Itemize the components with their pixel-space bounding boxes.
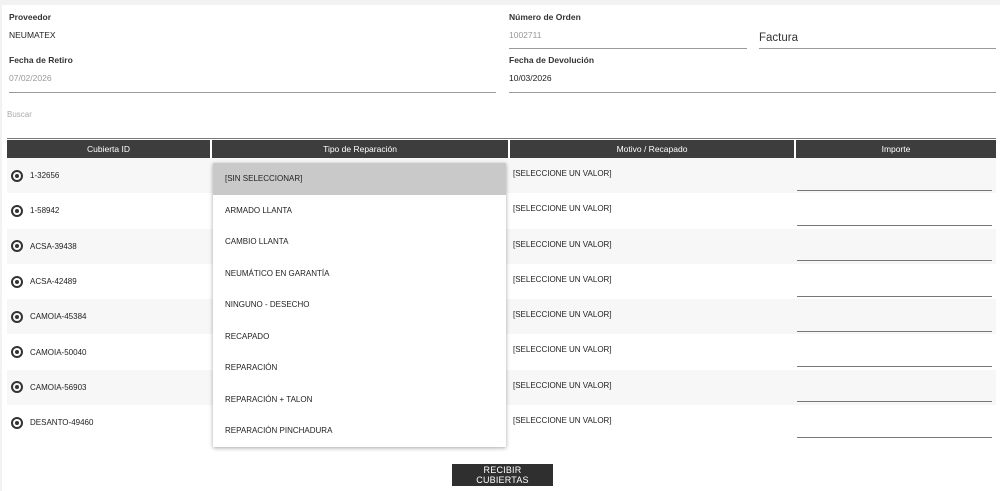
fecha-retiro-underline (9, 92, 496, 93)
cubierta-id-cell: CAMOIA-45384 (7, 299, 211, 335)
dropdown-option-armado-llanta[interactable]: ARMADO LLANTA (213, 195, 506, 227)
importe-input[interactable] (797, 309, 992, 332)
tire-icon (11, 346, 23, 359)
importe-cell (795, 158, 996, 194)
importe-input[interactable] (797, 168, 992, 191)
factura-label: Factura (759, 32, 798, 44)
cubierta-id-cell: 1-32656 (7, 158, 211, 194)
tire-icon (11, 240, 23, 253)
orden-field[interactable]: Número de Orden 1002711 (509, 12, 747, 49)
dropdown-option-ninguno-desecho[interactable]: NINGUNO - DESECHO (213, 289, 506, 321)
fecha-retiro-value[interactable]: 07/02/2026 (9, 73, 496, 83)
importe-input[interactable] (797, 380, 992, 403)
cubierta-id: CAMOIA-56903 (30, 382, 87, 392)
importe-cell (795, 369, 996, 406)
tire-icon (11, 169, 23, 182)
dropdown-option-reparacion-talon[interactable]: REPARACIÓN + TALON (213, 384, 506, 416)
tire-icon (11, 381, 23, 394)
importe-cell (795, 334, 996, 370)
proveedor-label: Proveedor (9, 12, 52, 22)
tire-icon (11, 310, 23, 323)
cubierta-id: 1-58942 (30, 206, 60, 216)
table-header-row: Cubierta ID Tipo de Reparación Motivo / … (7, 140, 996, 158)
cubierta-id: ACSA-42489 (30, 277, 77, 287)
cubierta-id-cell: ACSA-42489 (7, 263, 211, 300)
column-header-tipo-reparacion[interactable]: Tipo de Reparación (211, 140, 510, 158)
fecha-devolucion-value[interactable]: 10/03/2026 (509, 73, 996, 83)
orden-underline (509, 48, 747, 49)
importe-cell (795, 299, 996, 335)
column-header-importe[interactable]: Importe (795, 140, 996, 158)
cubierta-id-cell: ACSA-39438 (7, 228, 211, 264)
motivo-select[interactable]: [SELECCIONE UN VALOR] (509, 369, 795, 406)
importe-input[interactable] (797, 274, 992, 297)
importe-cell (795, 263, 996, 300)
motivo-select[interactable]: [SELECCIONE UN VALOR] (509, 334, 795, 370)
motivo-select[interactable]: [SELECCIONE UN VALOR] (509, 405, 795, 441)
cubierta-id-cell: CAMOIA-56903 (7, 369, 211, 406)
importe-input[interactable] (797, 415, 992, 438)
recibir-cubiertas-button[interactable]: RECIBIR CUBIERTAS (452, 464, 553, 486)
motivo-select[interactable]: [SELECCIONE UN VALOR] (509, 193, 795, 229)
cubierta-id: CAMOIA-50040 (30, 347, 87, 357)
dropdown-option-reparacion[interactable]: REPARACIÓN (213, 352, 506, 384)
fecha-devolucion-label: Fecha de Devolución (509, 55, 595, 65)
column-header-cubierta-id[interactable]: Cubierta ID (7, 140, 212, 158)
fecha-retiro-label: Fecha de Retiro (9, 55, 73, 65)
importe-input[interactable] (797, 239, 992, 262)
cubierta-id-cell: 1-58942 (7, 193, 211, 229)
tire-icon (11, 275, 23, 288)
tipo-reparacion-dropdown: [SIN SELECCIONAR] ARMADO LLANTA CAMBIO L… (213, 163, 506, 447)
motivo-select[interactable]: [SELECCIONE UN VALOR] (509, 228, 795, 264)
factura-field[interactable]: Factura (759, 28, 996, 49)
motivo-select[interactable]: [SELECCIONE UN VALOR] (509, 263, 795, 300)
motivo-select[interactable]: [SELECCIONE UN VALOR] (509, 299, 795, 335)
factura-underline (759, 48, 996, 49)
tire-icon (11, 416, 23, 429)
column-header-motivo[interactable]: Motivo / Recapado (509, 140, 796, 158)
dropdown-option-recapado[interactable]: RECAPADO (213, 321, 506, 353)
importe-input[interactable] (797, 203, 992, 226)
search-input[interactable] (7, 107, 996, 139)
cubierta-id-cell: DESANTO-49460 (7, 405, 211, 441)
importe-cell (795, 193, 996, 229)
dropdown-option-sin-seleccionar[interactable]: [SIN SELECCIONAR] (213, 163, 506, 195)
fecha-devolucion-field[interactable]: Fecha de Devolución 10/03/2026 (509, 55, 996, 93)
cubierta-id: CAMOIA-45384 (30, 312, 87, 322)
proveedor-value: NEUMATEX (9, 30, 56, 40)
fecha-devolucion-underline (509, 92, 996, 93)
importe-cell (795, 405, 996, 441)
proveedor-field: Proveedor NEUMATEX (9, 12, 496, 49)
cubierta-id-cell: CAMOIA-50040 (7, 334, 211, 370)
tire-icon (11, 204, 23, 217)
orden-label: Número de Orden (509, 12, 581, 22)
cubierta-id: ACSA-39438 (30, 241, 77, 251)
search-field (7, 104, 996, 139)
orden-value[interactable]: 1002711 (509, 30, 747, 40)
cubierta-id: 1-32656 (30, 171, 60, 181)
cubierta-id: DESANTO-49460 (30, 418, 94, 428)
importe-input[interactable] (797, 345, 992, 368)
importe-cell (795, 228, 996, 264)
fecha-retiro-field[interactable]: Fecha de Retiro 07/02/2026 (9, 55, 496, 93)
dropdown-option-reparacion-pinchadura[interactable]: REPARACIÓN PINCHADURA (213, 415, 506, 447)
dropdown-option-cambio-llanta[interactable]: CAMBIO LLANTA (213, 226, 506, 258)
dropdown-option-neumatico-garantia[interactable]: NEUMÁTICO EN GARANTÍA (213, 258, 506, 290)
motivo-select[interactable]: [SELECCIONE UN VALOR] (509, 158, 795, 194)
